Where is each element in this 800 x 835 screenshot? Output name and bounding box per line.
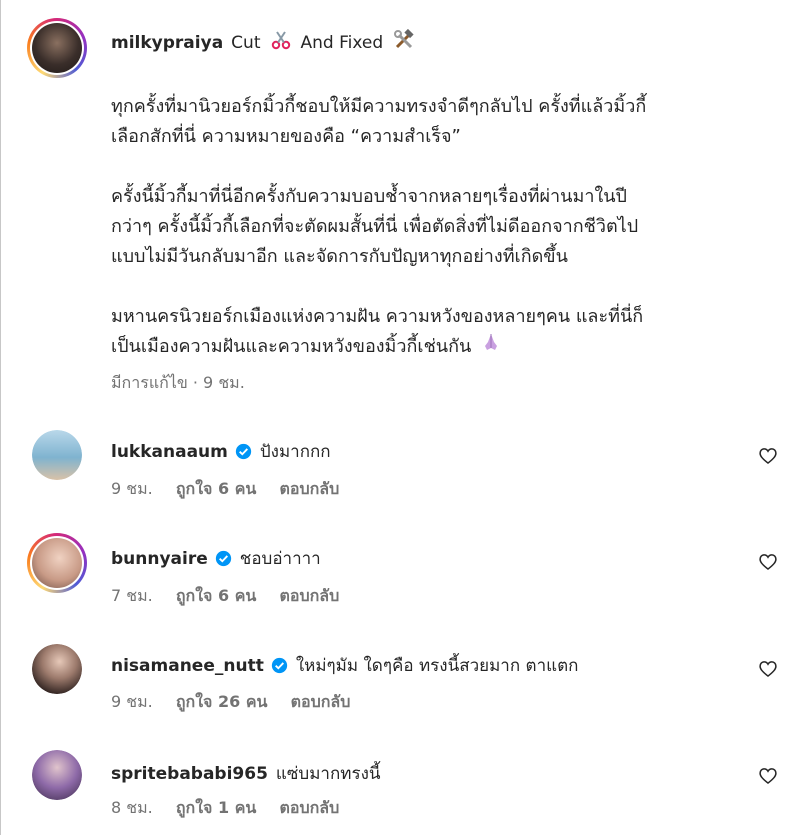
reply-button[interactable]: ตอบกลับ	[279, 479, 339, 498]
comment-time: 9 ชม.	[111, 692, 153, 711]
comment-username[interactable]: bunnyaire	[111, 549, 208, 569]
comment-header: nisamanee_nutt ใหม่ๆมัม ใดๆคือ ทรงนี้สวย…	[111, 652, 578, 679]
comment-username[interactable]: lukkanaaum	[111, 442, 228, 462]
verified-badge-icon	[235, 443, 252, 460]
post-edited-meta: มีการแก้ไข · 9 ชม.	[111, 373, 245, 392]
like-heart-icon[interactable]	[758, 659, 778, 679]
comment-text: ชอบอ่าาาา	[239, 549, 321, 569]
comment-text: ปังมากกก	[259, 442, 331, 462]
comment-username[interactable]: nisamanee_nutt	[111, 656, 264, 676]
comment-header: bunnyaire ชอบอ่าาาา	[111, 545, 321, 572]
comment-avatar[interactable]	[32, 750, 82, 800]
caption-paragraph-3: มหานครนิวยอร์กเมืองแห่งความฝัน ความหวังข…	[111, 306, 644, 357]
comment-header: lukkanaaum ปังมากกก	[111, 438, 331, 465]
caption-mid: And Fixed	[300, 32, 384, 53]
comment-time: 9 ชม.	[111, 479, 153, 498]
caption-paragraph-1: ทุกครั้งที่มานิวยอร์กมิ้วกี้ชอบให้มีความ…	[111, 96, 647, 147]
verified-badge-icon	[271, 657, 287, 674]
comment-likes[interactable]: ถูกใจ 1 คน	[176, 798, 256, 817]
praying-hands-icon	[481, 332, 501, 362]
comment-meta: 9 ชม. ถูกใจ 26 คน ตอบกลับ	[111, 690, 368, 715]
comment-avatar[interactable]	[32, 430, 82, 480]
comment-time: 8 ชม.	[111, 798, 153, 817]
reply-button[interactable]: ตอบกลับ	[279, 798, 339, 817]
caption-paragraph-2: ครั้งนี้มิ้วกี้มาที่นี่อีกครั้งกับความบอ…	[111, 186, 639, 267]
comment-header: spritebababi965 แซ่บมากทรงนี้	[111, 760, 381, 787]
comment-avatar[interactable]	[32, 644, 82, 694]
comment-likes[interactable]: ถูกใจ 6 คน	[176, 586, 256, 605]
post-caption: ทุกครั้งที่มานิวยอร์กมิ้วกี้ชอบให้มีความ…	[111, 92, 771, 362]
like-heart-icon[interactable]	[758, 446, 778, 466]
reply-button[interactable]: ตอบกลับ	[291, 692, 351, 711]
post-header: milkypraiya Cut And Fixed	[111, 28, 415, 56]
comment-meta: 7 ชม. ถูกใจ 6 คน ตอบกลับ	[111, 584, 357, 609]
reply-button[interactable]: ตอบกลับ	[279, 586, 339, 605]
like-heart-icon[interactable]	[758, 552, 778, 572]
comment-avatar[interactable]	[27, 533, 87, 593]
scissors-icon	[270, 29, 292, 56]
verified-badge-icon	[215, 550, 231, 567]
comment-text: แซ่บมากทรงนี้	[275, 764, 381, 784]
caption-head: Cut	[231, 32, 261, 53]
comment-text: ใหม่ๆมัม ใดๆคือ ทรงนี้สวยมาก ตาแตก	[295, 656, 579, 676]
comment-username[interactable]: spritebababi965	[111, 764, 268, 784]
hammer-wrench-icon	[393, 28, 415, 56]
comment-meta: 9 ชม. ถูกใจ 6 คน ตอบกลับ	[111, 477, 357, 502]
comment-likes[interactable]: ถูกใจ 26 คน	[176, 692, 268, 711]
comment-time: 7 ชม.	[111, 586, 153, 605]
comment-likes[interactable]: ถูกใจ 6 คน	[176, 479, 256, 498]
comment-meta: 8 ชม. ถูกใจ 1 คน ตอบกลับ	[111, 796, 357, 821]
post-username[interactable]: milkypraiya	[111, 33, 223, 53]
like-heart-icon[interactable]	[758, 766, 778, 786]
post-avatar[interactable]	[27, 18, 87, 78]
